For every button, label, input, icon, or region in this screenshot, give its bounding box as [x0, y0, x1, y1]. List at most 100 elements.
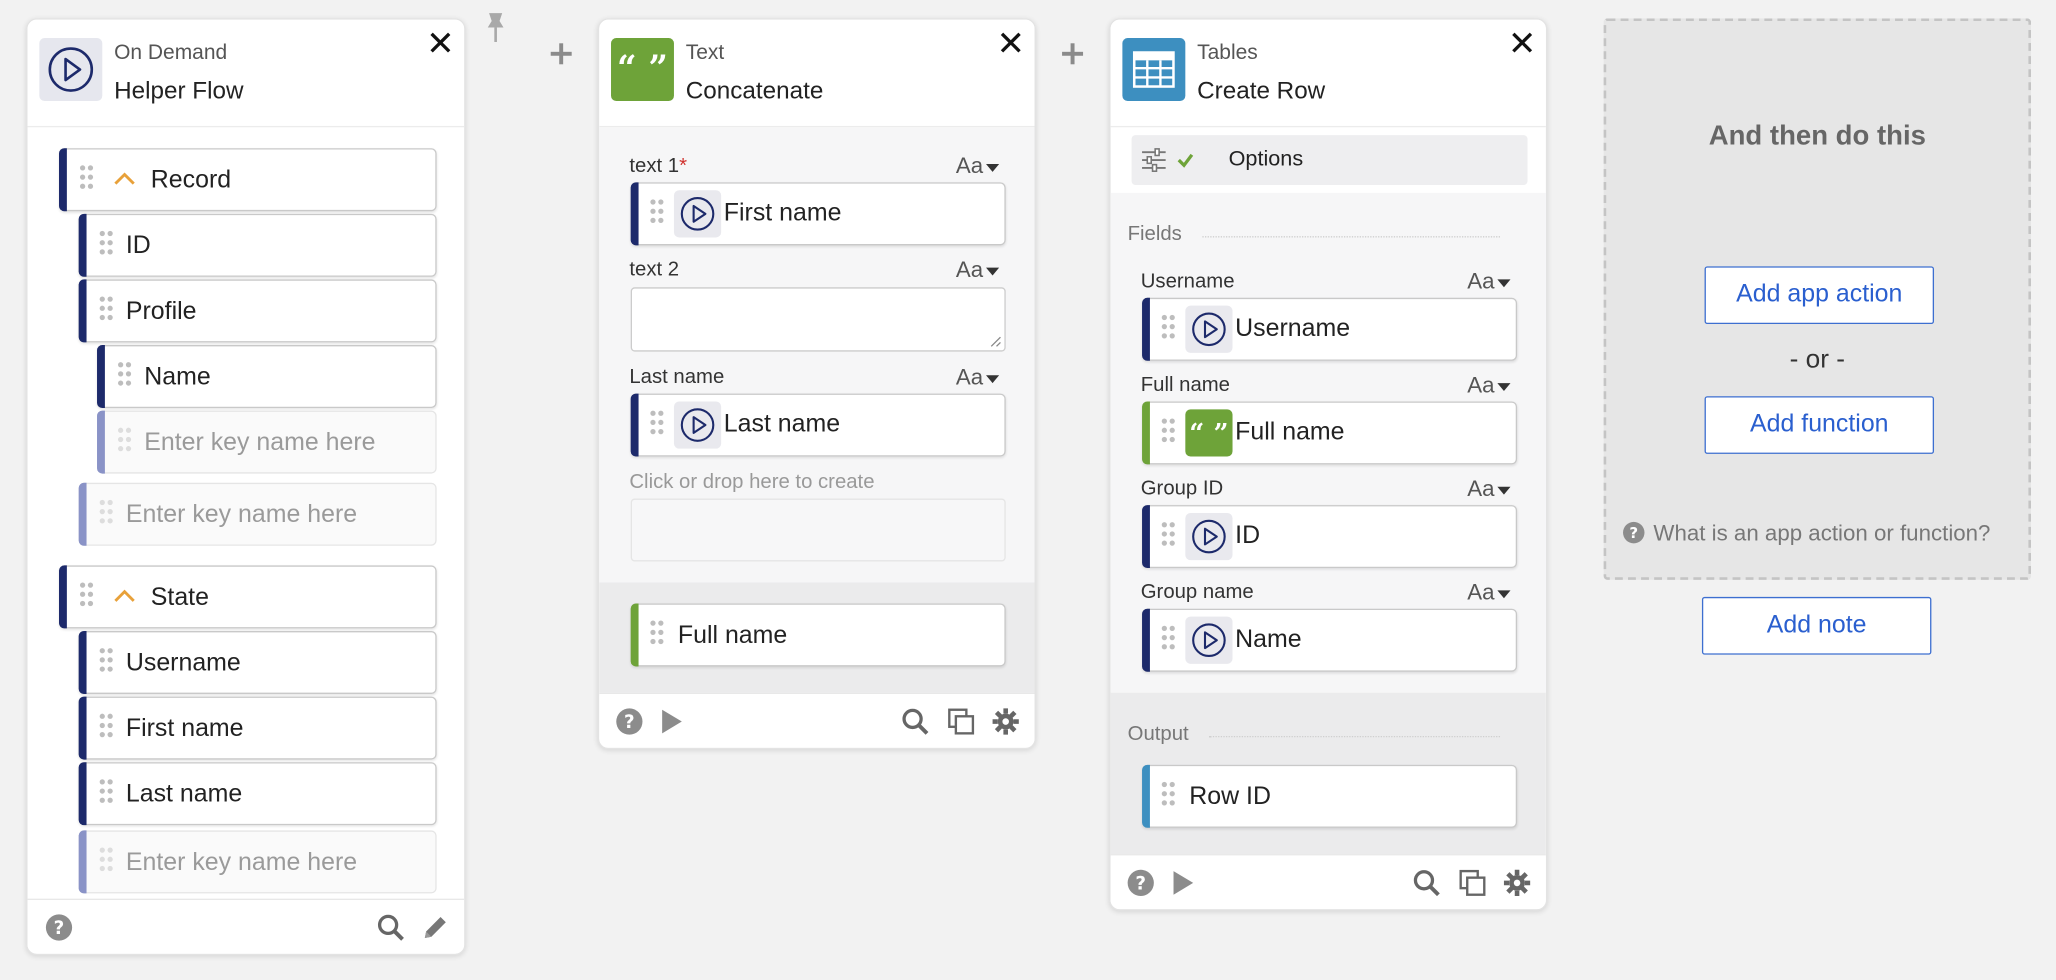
search-icon[interactable]: [901, 707, 930, 736]
tree-node-profile[interactable]: Profile: [78, 279, 437, 343]
divider: [1202, 236, 1501, 238]
check-icon: [1177, 153, 1194, 168]
drag-handle-icon[interactable]: [650, 410, 664, 440]
chevron-up-icon[interactable]: [113, 588, 137, 604]
caret-down-icon: [1497, 486, 1511, 494]
help-icon[interactable]: ?: [615, 707, 644, 736]
options-label: Options: [1228, 146, 1304, 171]
helper-flow-card: On Demand Helper Flow ✕ Record ID Profil…: [26, 18, 466, 956]
help-icon[interactable]: ?: [45, 913, 74, 942]
field-group-name-input[interactable]: Name: [1142, 608, 1518, 672]
copy-icon[interactable]: [1458, 868, 1487, 897]
new-key-input[interactable]: Enter key name here: [97, 410, 437, 474]
type-selector[interactable]: Aa: [1467, 580, 1511, 606]
add-step-icon[interactable]: [549, 42, 573, 66]
play-circle-icon: [1185, 305, 1233, 353]
tree-node-last-name[interactable]: Last name: [78, 762, 437, 826]
drag-handle-icon[interactable]: [1161, 418, 1175, 447]
tree-node-username[interactable]: Username: [78, 631, 437, 694]
drag-handle-icon[interactable]: [99, 296, 113, 325]
type-selector[interactable]: Aa: [1467, 373, 1511, 399]
close-icon[interactable]: ✕: [426, 26, 455, 60]
field-full-name-input[interactable]: “ ” Full name: [1142, 401, 1518, 465]
type-selector[interactable]: Aa: [956, 153, 999, 179]
chevron-up-icon[interactable]: [113, 171, 137, 187]
field-group-id-input[interactable]: ID: [1142, 505, 1518, 569]
tree-node-state[interactable]: State: [59, 565, 437, 629]
tree-node-record[interactable]: Record: [59, 148, 437, 212]
drag-handle-icon[interactable]: [99, 230, 113, 260]
field-username-input[interactable]: Username: [1142, 297, 1518, 361]
drag-handle-icon[interactable]: [1161, 314, 1175, 344]
close-icon[interactable]: ✕: [1508, 26, 1537, 60]
card-footer: ?: [1110, 854, 1546, 910]
field-label-last-name: Last name: [629, 366, 725, 389]
tree-node-label: Username: [125, 649, 241, 677]
caret-down-icon: [985, 163, 999, 172]
drag-handle-icon[interactable]: [99, 713, 113, 743]
play-circle-icon: [1185, 616, 1233, 664]
field-label-full-name: Full name: [1140, 373, 1230, 397]
output-row-id[interactable]: Row ID: [1142, 764, 1518, 828]
play-circle-icon: [1185, 512, 1233, 561]
caret-down-icon: [1497, 589, 1511, 598]
drag-handle-icon[interactable]: [79, 582, 94, 611]
pencil-icon[interactable]: [421, 913, 450, 942]
drag-handle-icon[interactable]: [650, 620, 664, 650]
card-title: Create Row: [1197, 76, 1326, 104]
output-full-name[interactable]: Full name: [630, 603, 1006, 667]
drag-handle-icon[interactable]: [1161, 781, 1175, 811]
tree-node-label: State: [150, 583, 209, 612]
type-selector[interactable]: Aa: [1467, 269, 1511, 295]
gear-icon[interactable]: [1503, 868, 1532, 897]
resize-handle-icon[interactable]: [989, 335, 1002, 348]
placeholder-text: Enter key name here: [125, 848, 358, 877]
placeholder-text: Enter key name here: [144, 428, 376, 457]
caret-down-icon: [1497, 278, 1511, 287]
fields-area: text 1* Aa First name text 2 Aa Last nam…: [599, 127, 1035, 583]
concatenate-card: “ ” Text Concatenate ✕ text 1* Aa First …: [597, 18, 1036, 750]
tree-node-name[interactable]: Name: [97, 345, 437, 409]
new-key-input[interactable]: Enter key name here: [78, 830, 437, 894]
drag-handle-icon[interactable]: [1161, 522, 1175, 551]
card-footer: ?: [599, 692, 1035, 748]
new-key-input[interactable]: Enter key name here: [78, 482, 437, 546]
type-selector[interactable]: Aa: [956, 257, 999, 283]
drag-handle-icon[interactable]: [118, 362, 132, 391]
search-icon[interactable]: [376, 913, 405, 942]
options-row[interactable]: Options: [1131, 135, 1528, 185]
add-step-icon[interactable]: [1061, 42, 1085, 66]
drag-handle-icon[interactable]: [1161, 625, 1175, 655]
copy-icon[interactable]: [947, 707, 976, 736]
help-icon[interactable]: ?: [1126, 868, 1155, 897]
output-area: Output Row ID: [1110, 692, 1546, 857]
output-label: Full name: [677, 621, 788, 650]
drag-handle-icon[interactable]: [99, 648, 113, 677]
type-selector[interactable]: Aa: [956, 365, 999, 391]
token-label: Full name: [1235, 418, 1345, 447]
tree-node-id[interactable]: ID: [78, 213, 437, 277]
gear-icon[interactable]: [991, 707, 1020, 736]
token-label: Username: [1235, 314, 1351, 343]
search-icon[interactable]: [1412, 868, 1441, 897]
add-app-action-button[interactable]: Add app action: [1704, 266, 1935, 325]
card-header: Tables Create Row ✕: [1110, 19, 1546, 128]
play-icon[interactable]: [1168, 868, 1197, 897]
drag-handle-icon[interactable]: [99, 779, 113, 808]
add-function-button[interactable]: Add function: [1704, 396, 1935, 454]
tree-node-first-name[interactable]: First name: [78, 696, 437, 760]
field-label-username: Username: [1140, 270, 1235, 293]
field-text1-input[interactable]: First name: [630, 182, 1006, 246]
field-last-name-input[interactable]: Last name: [630, 393, 1006, 457]
field-text2-textarea[interactable]: [630, 287, 1006, 352]
drag-handle-icon[interactable]: [79, 165, 94, 194]
play-icon[interactable]: [657, 707, 686, 736]
type-selector[interactable]: Aa: [1467, 476, 1511, 502]
card-footer: ?: [27, 898, 465, 954]
pin-icon[interactable]: [484, 10, 508, 44]
drag-handle-icon[interactable]: [650, 199, 664, 228]
add-note-button[interactable]: Add note: [1701, 596, 1932, 655]
close-icon[interactable]: ✕: [997, 26, 1026, 60]
drop-zone[interactable]: [630, 498, 1006, 562]
play-circle-icon: [673, 190, 722, 238]
